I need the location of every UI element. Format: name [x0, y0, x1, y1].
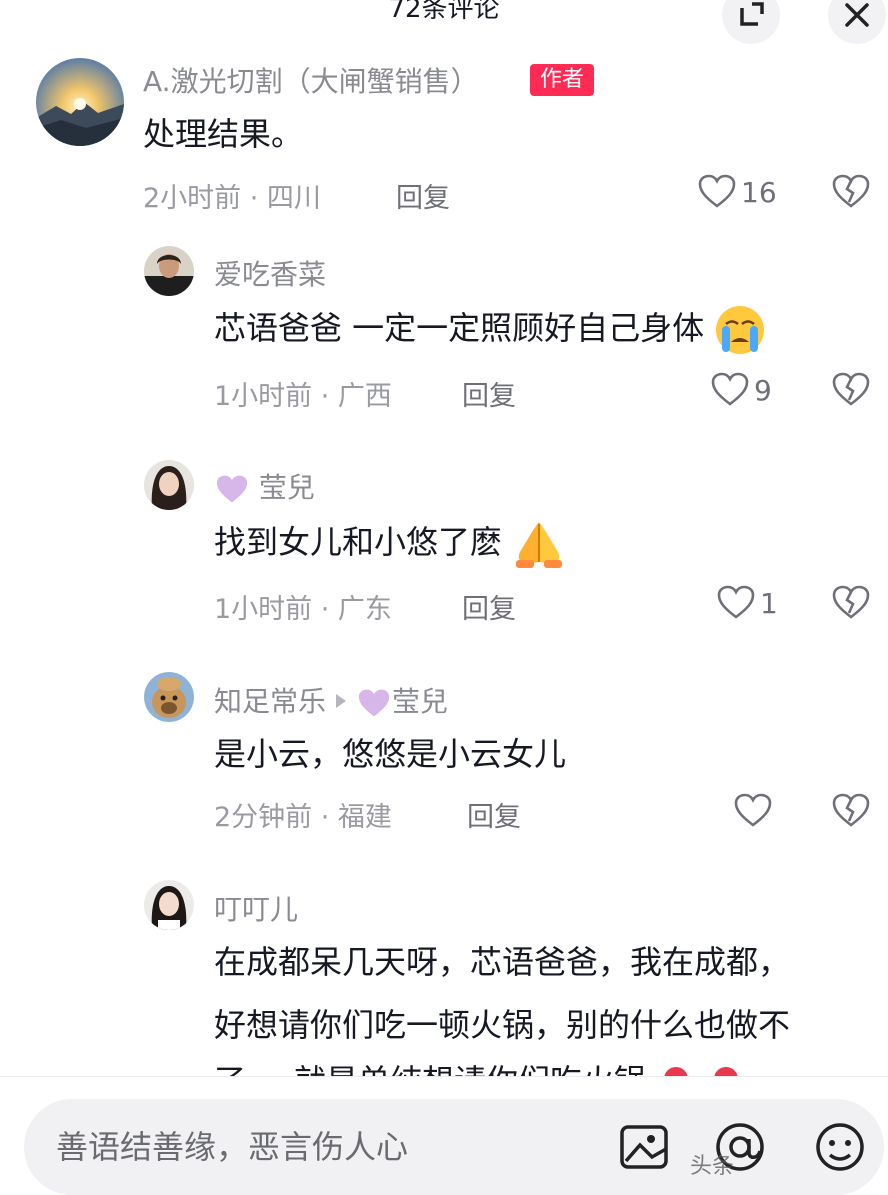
close-icon [845, 3, 869, 27]
dislike-button[interactable] [831, 172, 871, 216]
avatar[interactable] [36, 58, 124, 146]
author-name-text: 莹兒 [258, 471, 315, 504]
comment-text-line: 好想请你们吃一顿火锅，别的什么也做不 [214, 1006, 791, 1044]
at-sign-icon [716, 1123, 764, 1171]
avatar[interactable] [144, 880, 194, 930]
comment-author-name[interactable]: 叮叮儿 [214, 888, 298, 928]
emoji-button[interactable] [812, 1099, 868, 1195]
like-button[interactable]: 16 [697, 172, 777, 212]
avatar[interactable] [144, 460, 194, 510]
crying-emoji-icon [716, 306, 765, 354]
comment-text: 找到女儿和小悠了麽 [214, 516, 566, 570]
smiley-face-icon [816, 1123, 864, 1171]
watermark: 头条 [690, 1154, 735, 1179]
comment-input[interactable] [56, 1099, 596, 1195]
praying-hands-emoji-icon [516, 522, 563, 568]
reply-to-arrow-icon [336, 694, 347, 708]
comment-time-location: 2小时前 · 四川 [143, 183, 321, 214]
expand-button[interactable] [722, 0, 780, 44]
comment-author-name[interactable]: 爱吃香菜 [214, 253, 326, 293]
reply-to-name[interactable]: 莹兒 [392, 685, 448, 718]
author-badge: 作者 [530, 64, 595, 96]
expand-icon [740, 2, 764, 26]
dislike-button[interactable] [831, 370, 871, 414]
comment-author-name[interactable]: 莹兒 [214, 466, 315, 506]
comment-input-bar [0, 1076, 888, 1195]
reply-button[interactable]: 回复 [467, 795, 521, 834]
dislike-button[interactable] [831, 791, 871, 835]
like-count: 9 [754, 373, 772, 407]
comment-text-line: 了，，就是单纯想请你们吃火锅 [214, 1055, 746, 1076]
dislike-button[interactable] [831, 583, 871, 627]
like-button[interactable] [733, 791, 773, 831]
like-button[interactable]: 9 [710, 370, 772, 410]
avatar[interactable] [144, 672, 194, 722]
comment-author-name[interactable]: 知足常乐 莹兒 [214, 680, 448, 720]
comment-text-content: 了，，就是单纯想请你们吃火锅 [214, 1062, 646, 1076]
purple-heart-icon [216, 475, 248, 503]
comment-text: 处理结果。 [143, 115, 304, 153]
reply-button[interactable]: 回复 [462, 374, 516, 413]
image-button[interactable] [616, 1099, 672, 1195]
comment-time-location: 1小时前 · 广西 [214, 381, 392, 412]
broken-heart-icon [832, 793, 870, 827]
comment-time-location: 1小时前 · 广东 [214, 594, 392, 625]
reply-button[interactable]: 回复 [462, 587, 516, 626]
image-icon [620, 1125, 668, 1169]
like-button[interactable]: 1 [716, 583, 778, 623]
rose-emoji-icon [664, 1067, 688, 1076]
mention-button[interactable] [712, 1099, 768, 1195]
purple-heart-icon [358, 689, 390, 717]
reply-button[interactable]: 回复 [396, 176, 450, 215]
avatar[interactable] [144, 246, 194, 296]
like-count: 16 [741, 175, 777, 209]
broken-heart-icon [832, 174, 870, 208]
author-name-text: 知足常乐 [214, 685, 327, 718]
broken-heart-icon [832, 372, 870, 406]
comment-time-location: 2分钟前 · 福建 [214, 802, 392, 833]
broken-heart-icon [832, 585, 870, 619]
like-count: 1 [760, 586, 778, 620]
rose-emoji-icon [714, 1067, 738, 1076]
comments-header: 72条评论 [0, 0, 888, 44]
heart-icon [711, 372, 749, 406]
heart-icon [734, 793, 772, 827]
close-button[interactable] [828, 0, 886, 44]
comment-text: 芯语爸爸 一定一定照顾好自己身体 [214, 302, 766, 356]
comment-text-content: 找到女儿和小悠了麽 [214, 523, 503, 561]
comment-text-content: 芯语爸爸 一定一定照顾好自己身体 [214, 309, 705, 347]
comment-author-name[interactable]: A.激光切割（大闸蟹销售） [143, 60, 479, 100]
comment-text: 是小云，悠悠是小云女儿 [214, 735, 567, 773]
comment-text-line: 在成都呆几天呀，芯语爸爸，我在成都， [214, 943, 791, 981]
heart-icon [717, 585, 755, 619]
heart-icon [698, 174, 736, 208]
